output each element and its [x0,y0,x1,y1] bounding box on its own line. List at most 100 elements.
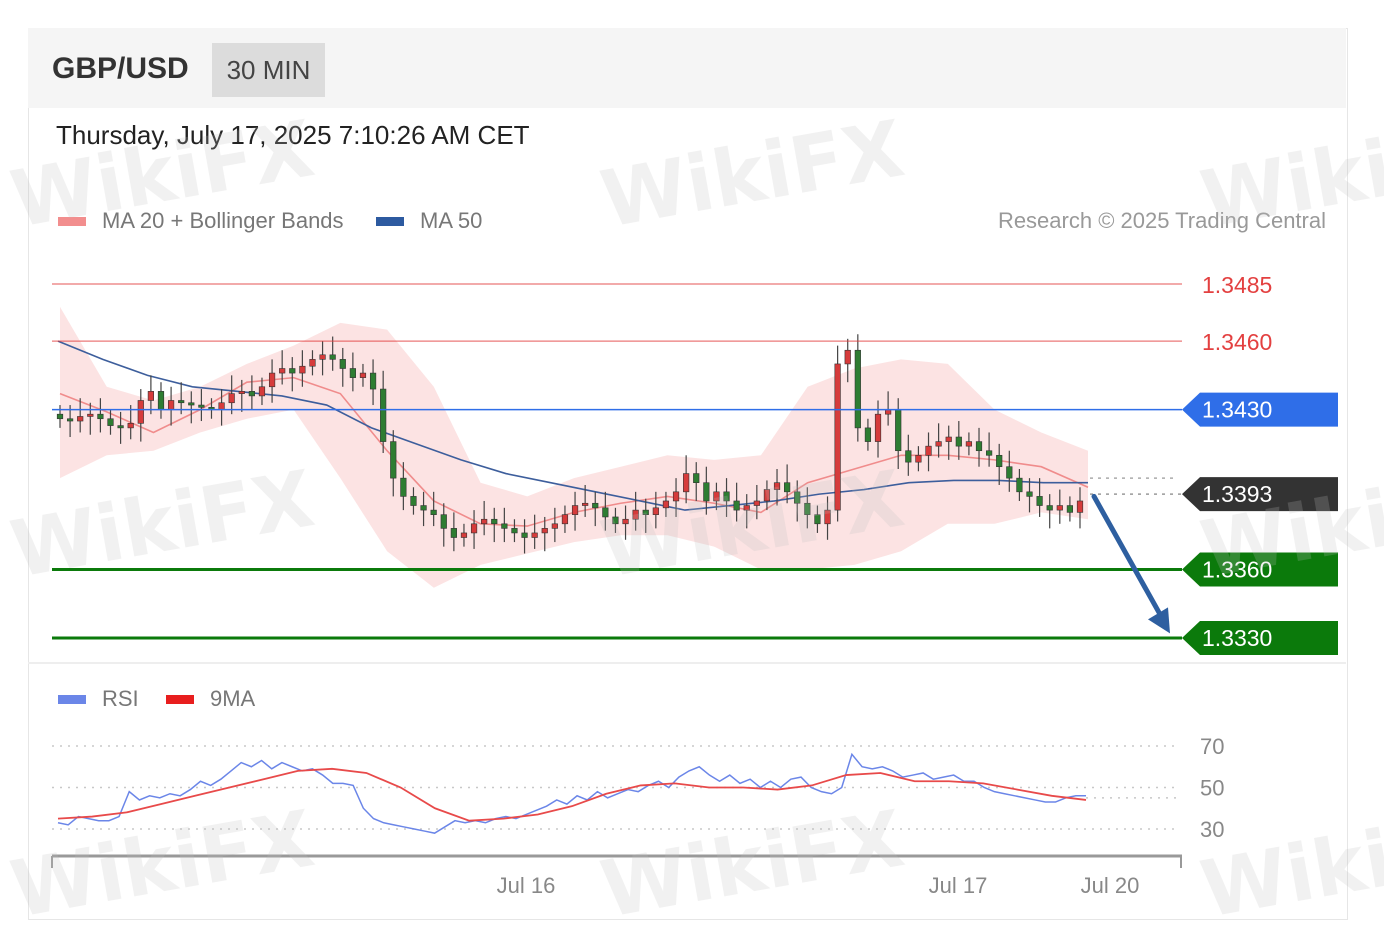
candle-body [945,436,952,442]
candle-body [198,404,205,408]
forecast-arrow-shaft [1091,493,1167,624]
candle-body [319,354,326,360]
x-tick-label: Jul 20 [1081,873,1140,898]
candle-body [127,423,134,429]
pivot-label: 1.3430 [1202,397,1272,423]
candle-body [582,502,589,506]
candle-body [662,500,670,509]
candle-body [329,354,336,360]
candle-body [773,482,781,490]
candle-body [753,500,760,506]
candle-body [369,372,377,390]
candle-body [794,491,801,504]
x-tick-label: Jul 16 [497,873,556,898]
candle-body [713,491,720,502]
candle-body [965,441,973,447]
candle-body [622,518,629,525]
candle-body [430,509,437,515]
candle-body [238,391,245,394]
candle-body [279,368,286,374]
candle-body [784,482,791,493]
candle-body [1016,477,1023,493]
candle-body [349,368,356,378]
candle-body [592,502,599,509]
candle-body [541,528,548,534]
bollinger-band [60,306,1088,588]
resistance-label: 1.3460 [1202,329,1272,355]
candle-body [56,413,64,420]
candle-body [986,450,993,456]
candle-body [137,400,144,424]
candle-body [652,507,659,515]
candle-body [218,402,225,410]
rsi-line [57,752,1086,834]
candle-body [178,400,185,404]
candle-body [996,454,1003,468]
rsi-9ma-line [57,767,1087,822]
support-label: 1.3330 [1202,625,1272,651]
candle-body [733,500,740,511]
candle-body [935,441,942,447]
candle-body [1056,505,1063,511]
support-label: 1.3360 [1202,556,1272,582]
candle-body [77,416,84,422]
candle-body [107,418,114,426]
candle-body [693,473,700,483]
candle-body [723,491,730,502]
candle-body [410,496,417,506]
candle-body [501,523,508,529]
candle-body [87,413,94,417]
candle-body [380,388,387,442]
candle-body [470,523,478,534]
candle-body [157,391,165,410]
candle-body [571,505,579,515]
candle-body [743,505,750,511]
candle-body [672,491,680,502]
candle-body [299,365,306,374]
rsi-tick-label: 70 [1200,734,1224,759]
candle-body [683,473,690,493]
candle-body [895,409,902,452]
candle-body [632,509,639,520]
candle-body [834,363,841,511]
candle-body [460,532,468,538]
x-tick-label: Jul 17 [929,873,988,898]
candle-body [955,436,962,447]
candle-body [440,514,447,529]
candle-body [491,518,498,525]
candle-body [561,514,569,525]
candle-body [703,482,710,502]
candle-body [188,402,195,406]
candle-body [915,454,922,463]
candle-body [359,372,367,378]
resistance-label: 1.3485 [1202,272,1272,298]
candle-body [602,507,609,518]
candle-body [339,359,346,369]
candle-body [511,528,518,534]
candle-body [854,349,861,429]
candle-body [248,391,255,397]
candle-body [804,502,811,515]
price-chart: 1.3485 1.3460 1.3430 1.3393 1.3360 1.3330 70 50… [51,272,1338,898]
candle-body [481,518,488,525]
candle-body [1026,491,1033,497]
candle-body [844,349,851,365]
candle-body [824,509,831,525]
candle-body [400,477,407,497]
candle-body [268,372,276,388]
candle-body [167,400,175,410]
candle-body [551,523,558,529]
candle-body [66,418,74,422]
candle-body [1006,466,1013,479]
candle-body [521,532,528,538]
candle-body [258,386,266,397]
candle-body [1036,496,1043,506]
candle-body [814,514,821,525]
candle-body [642,509,649,515]
candle-body [531,532,538,538]
candle-body [1046,505,1053,511]
candle-body [874,413,882,442]
candle-body [763,489,771,502]
candle-body [228,393,235,404]
candle-body [905,450,912,463]
